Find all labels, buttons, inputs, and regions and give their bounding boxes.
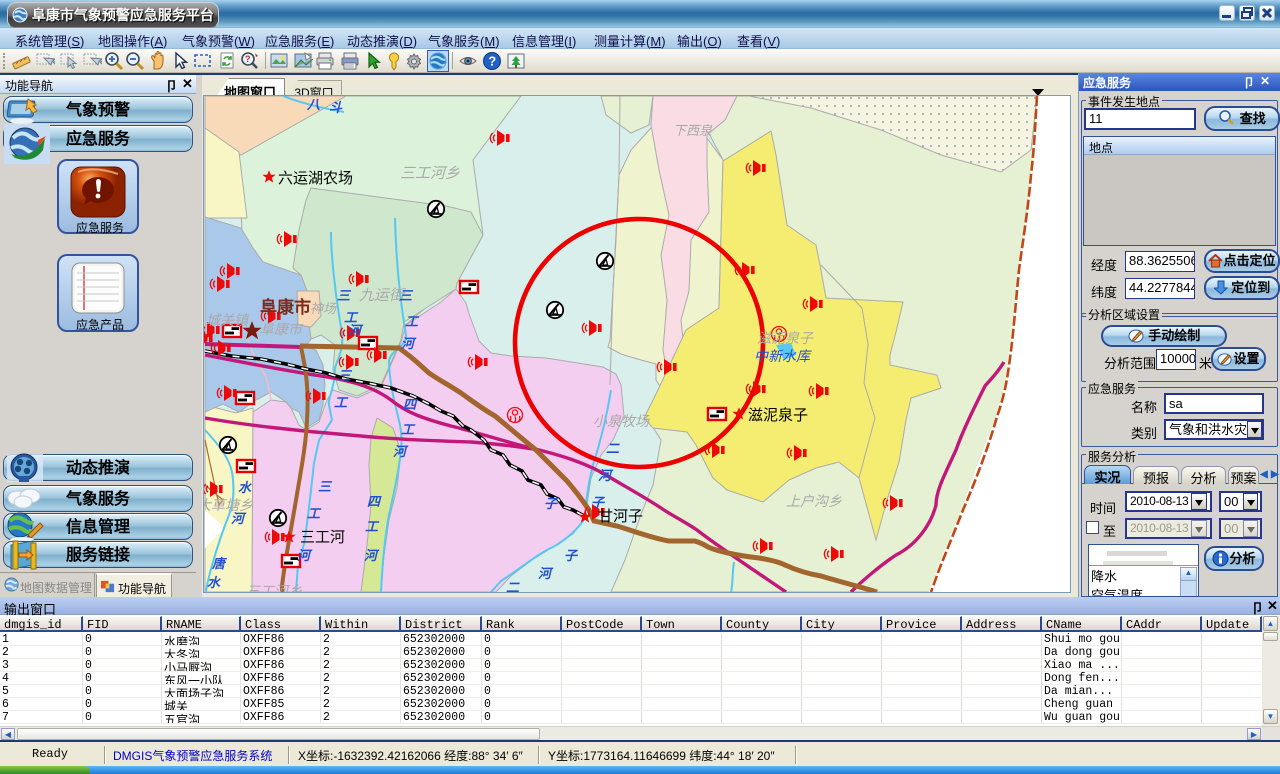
svg-text:小泉牧场: 小泉牧场 xyxy=(593,413,650,429)
svg-text:四: 四 xyxy=(403,397,418,412)
svg-text:水: 水 xyxy=(238,480,252,495)
svg-text:上户沟乡: 上户沟乡 xyxy=(786,493,842,509)
svg-text:神场: 神场 xyxy=(310,301,337,316)
svg-text:滋泥泉子: 滋泥泉子 xyxy=(757,330,814,346)
svg-text:工: 工 xyxy=(334,395,349,410)
svg-text:城关镇: 城关镇 xyxy=(206,312,250,328)
svg-text:三工河乡: 三工河乡 xyxy=(400,165,460,182)
svg-text:三: 三 xyxy=(338,368,353,383)
svg-text:工: 工 xyxy=(307,506,322,521)
svg-text:子: 子 xyxy=(564,548,579,563)
svg-text:三工河乡: 三工河乡 xyxy=(246,583,302,592)
svg-text:甘河子: 甘河子 xyxy=(598,508,643,525)
svg-text:?: ? xyxy=(245,54,251,64)
svg-text:子: 子 xyxy=(591,495,606,510)
svg-text:子: 子 xyxy=(544,496,559,511)
svg-text:水: 水 xyxy=(207,575,221,590)
svg-text:二: 二 xyxy=(506,580,520,592)
svg-text:下西泉: 下西泉 xyxy=(673,123,713,138)
svg-text:工: 工 xyxy=(365,519,380,534)
svg-text:?: ? xyxy=(488,54,496,69)
svg-text:六运湖农场: 六运湖农场 xyxy=(278,170,353,187)
svg-text:工: 工 xyxy=(405,314,420,329)
svg-text:工: 工 xyxy=(401,422,416,437)
svg-text:八: 八 xyxy=(306,97,321,112)
svg-text:三工河: 三工河 xyxy=(300,529,345,546)
svg-text:中新水库: 中新水库 xyxy=(754,348,812,364)
svg-text:滋泥泉子: 滋泥泉子 xyxy=(748,407,808,424)
svg-text:阜康市: 阜康市 xyxy=(260,321,304,337)
svg-text:大草塘乡: 大草塘乡 xyxy=(204,497,253,513)
svg-text:三: 三 xyxy=(318,479,333,494)
svg-text:阜康市: 阜康市 xyxy=(260,297,311,317)
svg-text:二: 二 xyxy=(606,441,620,456)
svg-text:三: 三 xyxy=(337,288,352,303)
svg-text:斗: 斗 xyxy=(329,100,343,115)
svg-text:三: 三 xyxy=(399,288,414,303)
svg-text:四: 四 xyxy=(367,494,382,509)
